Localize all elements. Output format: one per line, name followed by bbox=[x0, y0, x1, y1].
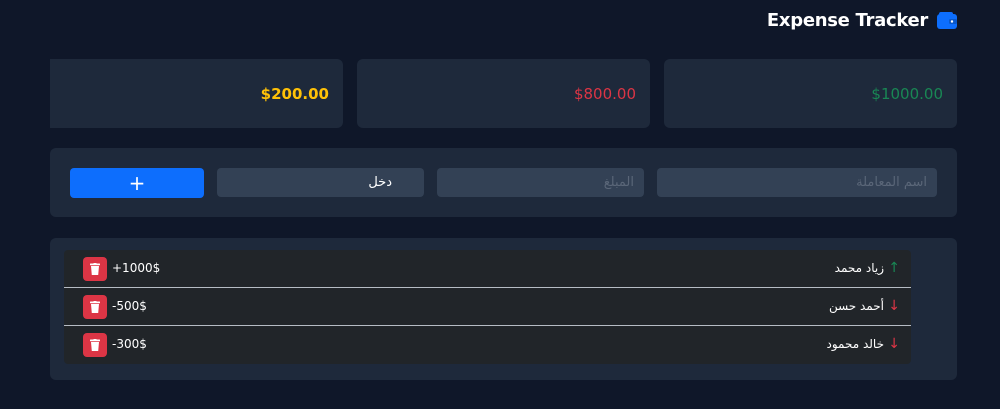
transaction-name: أحمد حسن bbox=[828, 299, 884, 313]
summary-cards: $200.00 $800.00 $1000.00 bbox=[50, 59, 957, 128]
amount-input[interactable] bbox=[437, 168, 644, 197]
expense-card: $800.00 bbox=[357, 59, 650, 128]
trash-icon bbox=[90, 263, 100, 275]
list-item: -300$ خالد محمود ↓ bbox=[64, 326, 911, 364]
income-amount: $1000.00 bbox=[871, 84, 943, 103]
list-item: -500$ أحمد حسن ↓ bbox=[64, 288, 911, 326]
expense-amount: $800.00 bbox=[573, 84, 636, 103]
arrow-up-icon: ↑ bbox=[888, 260, 900, 276]
arrow-down-icon: ↓ bbox=[888, 298, 900, 314]
balance-amount: $200.00 bbox=[260, 84, 329, 103]
transaction-name-input[interactable] bbox=[657, 168, 937, 197]
transaction-amount: -500$ bbox=[112, 299, 147, 313]
add-transaction-button[interactable]: + bbox=[70, 168, 204, 198]
delete-button[interactable] bbox=[83, 257, 107, 281]
transaction-name: زياد محمد bbox=[834, 261, 884, 275]
list-item: +1000$ زياد محمد ↑ bbox=[64, 250, 911, 288]
trash-icon bbox=[90, 339, 100, 351]
header: Expense Tracker bbox=[767, 10, 958, 31]
transaction-list: +1000$ زياد محمد ↑ -500$ أحمد حسن ↓ -300… bbox=[64, 250, 911, 364]
expense-tracker-app: Expense Tracker $200.00 $800.00 $1000.00… bbox=[0, 0, 1000, 409]
delete-button[interactable] bbox=[83, 333, 107, 357]
transaction-amount: +1000$ bbox=[112, 261, 161, 275]
income-card: $1000.00 bbox=[664, 59, 957, 128]
type-select-value: دخل bbox=[368, 175, 392, 190]
transaction-amount: -300$ bbox=[112, 337, 147, 351]
add-transaction-form: + دخل bbox=[50, 148, 957, 217]
transactions-panel: +1000$ زياد محمد ↑ -500$ أحمد حسن ↓ -300… bbox=[50, 238, 957, 380]
delete-button[interactable] bbox=[83, 295, 107, 319]
transaction-name: خالد محمود bbox=[826, 337, 885, 351]
wallet-icon bbox=[936, 11, 958, 31]
trash-icon bbox=[90, 301, 100, 313]
type-select[interactable]: دخل bbox=[217, 168, 424, 197]
page-title: Expense Tracker bbox=[766, 10, 928, 31]
arrow-down-icon: ↓ bbox=[888, 336, 900, 352]
balance-card: $200.00 bbox=[50, 59, 343, 128]
